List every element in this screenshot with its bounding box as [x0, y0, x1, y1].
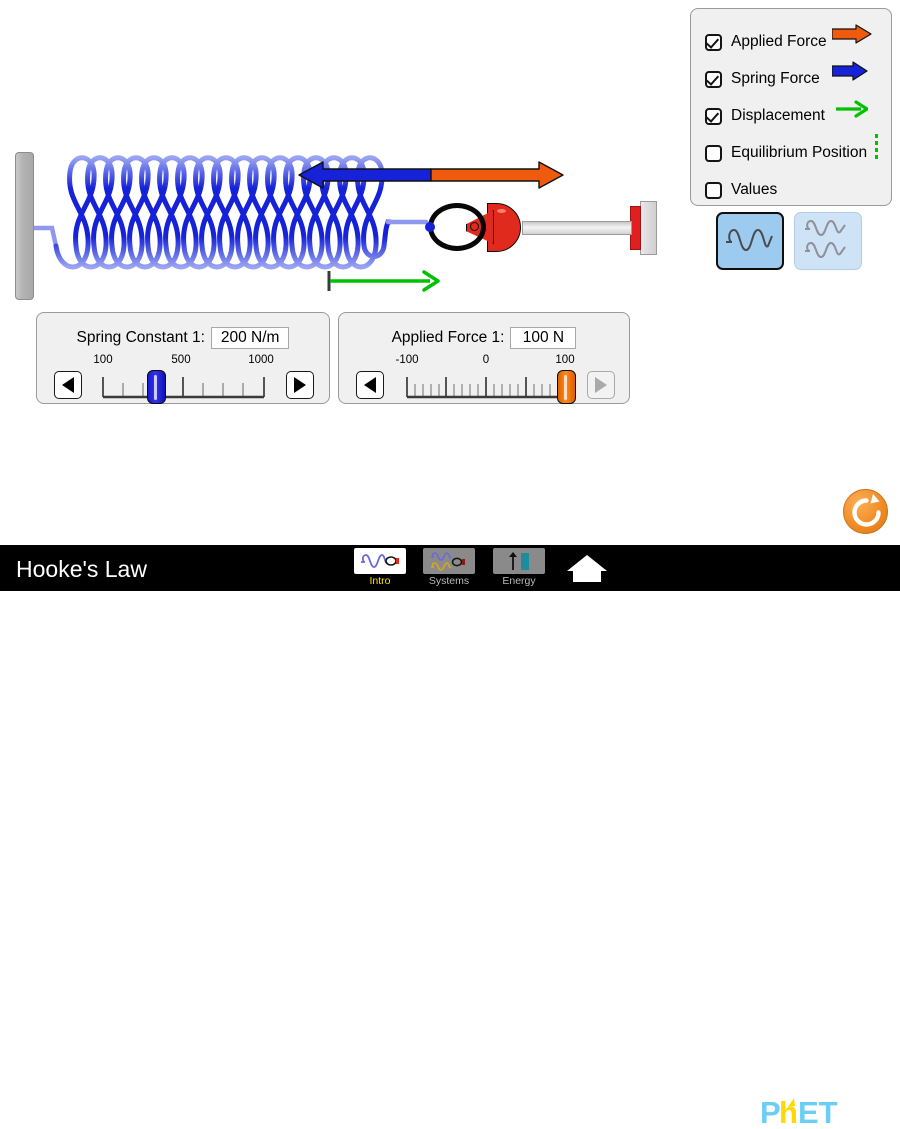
- tab-energy[interactable]: Energy: [493, 548, 545, 587]
- simulation-stage: Applied Force Spring Force Displacement …: [0, 0, 900, 591]
- menu-bar-2: [864, 1110, 890, 1115]
- menu-bar-3: [864, 1119, 890, 1124]
- tick-label: -100: [395, 354, 418, 366]
- systems-tab-icon: [423, 548, 475, 574]
- phet-menu-button[interactable]: [864, 1101, 890, 1123]
- applied-force-panel: Applied Force 1: 100 N -100 0 100: [338, 312, 630, 404]
- home-icon: [565, 552, 609, 584]
- one-spring-icon: [718, 214, 780, 264]
- navigation-bar: Hooke's Law Intro Systems: [0, 545, 900, 591]
- checkbox-values-box[interactable]: [705, 182, 722, 199]
- applied-force-tick-labels: -100 0 100: [339, 354, 629, 368]
- svg-text:P: P: [760, 1097, 781, 1129]
- phet-logo[interactable]: P h ET ®: [760, 1097, 856, 1129]
- spring-force-arrow-icon: [832, 61, 868, 81]
- systems-tab-label: Systems: [423, 575, 475, 587]
- applied-force-value: 100 N: [510, 327, 576, 349]
- spring-constant-title: Spring Constant 1: 200 N/m: [37, 327, 329, 349]
- menu-bar-1: [864, 1101, 890, 1106]
- spring-constant-increment-button[interactable]: [286, 371, 314, 399]
- left-triangle-icon: [364, 377, 376, 393]
- applied-force-arrow: [431, 162, 563, 188]
- reset-all-button[interactable]: [843, 489, 888, 534]
- tick-label: 0: [483, 354, 489, 366]
- tab-systems[interactable]: Systems: [423, 548, 475, 587]
- displacement-arrow: [326, 268, 442, 294]
- spring-constant-decrement-button[interactable]: [54, 371, 82, 399]
- tab-intro[interactable]: Intro: [354, 548, 406, 587]
- checkbox-displacement-label: Displacement: [731, 107, 825, 125]
- home-button[interactable]: [565, 552, 609, 584]
- energy-tab-label: Energy: [493, 575, 545, 587]
- tick-label: 100: [93, 354, 112, 366]
- applied-force-track[interactable]: [405, 371, 571, 401]
- checkbox-spring-force[interactable]: Spring Force: [705, 66, 820, 92]
- spring-count-radio-group: [716, 212, 866, 270]
- left-triangle-icon: [62, 377, 74, 393]
- checkbox-values[interactable]: Values: [705, 177, 777, 203]
- fixed-wall: [15, 152, 34, 300]
- applied-force-arrow-icon: [832, 24, 872, 44]
- checkbox-values-label: Values: [731, 181, 777, 199]
- radio-two-springs[interactable]: [794, 212, 862, 270]
- checkbox-equilibrium-position[interactable]: Equilibrium Position: [705, 140, 867, 166]
- checkbox-applied-force-box[interactable]: [705, 34, 722, 51]
- spring-constant-track[interactable]: [101, 371, 267, 401]
- robotic-arm-loop[interactable]: [428, 203, 486, 251]
- spring-constant-tick-labels: 100 500 1000: [37, 354, 329, 368]
- right-triangle-icon: [595, 377, 607, 393]
- force-arrows-group: [297, 158, 567, 192]
- svg-text:ET: ET: [798, 1097, 838, 1129]
- spring-constant-label: Spring Constant 1:: [77, 329, 205, 347]
- checkbox-equilibrium-position-box[interactable]: [705, 145, 722, 162]
- tick-label: 500: [171, 354, 190, 366]
- arm-shaft: [522, 221, 632, 235]
- checkbox-applied-force-label: Applied Force: [731, 33, 827, 51]
- applied-force-slider[interactable]: [339, 369, 629, 403]
- tick-label: 1000: [248, 354, 274, 366]
- checkbox-equilibrium-position-label: Equilibrium Position: [731, 144, 867, 162]
- spring-constant-value: 200 N/m: [211, 327, 290, 349]
- checkbox-spring-force-label: Spring Force: [731, 70, 820, 88]
- intro-tab-label: Intro: [354, 575, 406, 587]
- svg-text:®: ®: [844, 1116, 851, 1126]
- checkbox-displacement[interactable]: Displacement: [705, 103, 825, 129]
- applied-force-thumb[interactable]: [557, 370, 576, 404]
- right-triangle-icon: [294, 377, 306, 393]
- checkbox-displacement-box[interactable]: [705, 108, 722, 125]
- arm-base-plate: [640, 201, 657, 255]
- energy-tab-icon: [493, 548, 545, 574]
- applied-force-label: Applied Force 1:: [392, 329, 505, 347]
- spring-constant-slider[interactable]: [37, 369, 329, 403]
- two-springs-icon: [795, 213, 857, 263]
- reset-icon: [844, 490, 889, 535]
- spring-constant-thumb[interactable]: [147, 370, 166, 404]
- applied-force-decrement-button[interactable]: [356, 371, 384, 399]
- simulation-title: Hooke's Law: [16, 556, 147, 583]
- svg-text:h: h: [779, 1097, 798, 1129]
- tick-label: 100: [555, 354, 574, 366]
- radio-one-spring[interactable]: [716, 212, 784, 270]
- spring-force-arrow: [299, 162, 431, 188]
- spring-hook-point: [425, 222, 435, 232]
- intro-tab-icon: [354, 548, 406, 574]
- checkbox-applied-force[interactable]: Applied Force: [705, 29, 827, 55]
- equilibrium-position-icon: [875, 134, 878, 162]
- displacement-arrow-icon: [836, 99, 868, 119]
- applied-force-increment-button: [587, 371, 615, 399]
- spring-constant-panel: Spring Constant 1: 200 N/m 100 500 1000: [36, 312, 330, 404]
- applied-force-title: Applied Force 1: 100 N: [339, 327, 629, 349]
- checkbox-spring-force-box[interactable]: [705, 71, 722, 88]
